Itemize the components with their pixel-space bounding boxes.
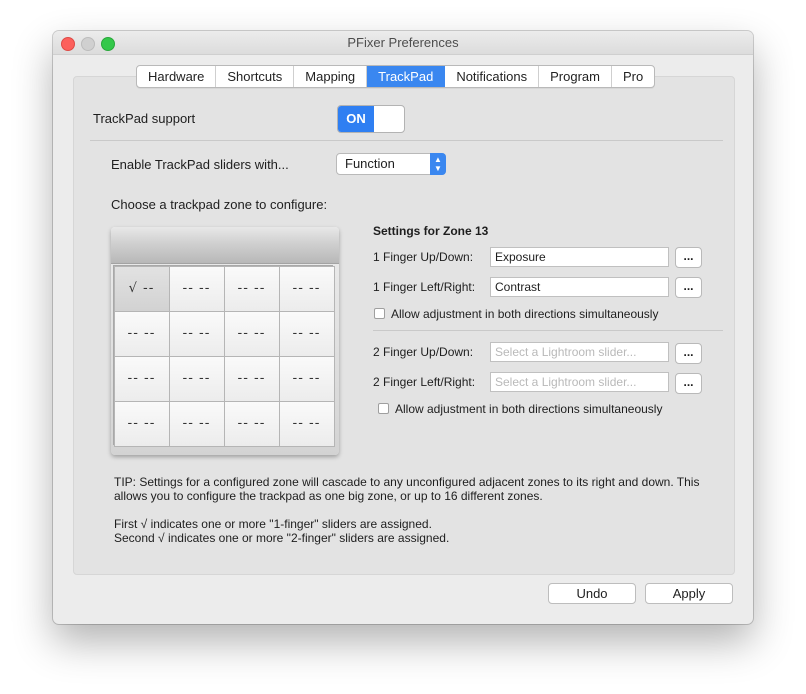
tab-pro[interactable]: Pro — [612, 66, 654, 87]
zone-cell[interactable]: -- -- — [168, 265, 225, 312]
two-finger-both-directions-checkbox[interactable] — [378, 403, 389, 414]
one-finger-up-down-label: 1 Finger Up/Down: — [373, 250, 474, 264]
popup-arrows-icon: ▲ ▼ — [430, 153, 446, 175]
preferences-window: PFixer Preferences TrackPad support ON E… — [53, 31, 753, 624]
trackpad-support-toggle[interactable]: ON — [337, 105, 405, 133]
zone-cell[interactable]: -- -- — [113, 355, 170, 402]
window-title: PFixer Preferences — [347, 35, 459, 50]
zone-cell[interactable]: -- -- — [168, 400, 225, 447]
sliders-modifier-popup[interactable]: Function ▲ ▼ — [336, 153, 446, 175]
toggle-on-label: ON — [338, 106, 374, 132]
zone-cell[interactable]: -- -- — [278, 400, 335, 447]
preferences-tabs: Hardware Shortcuts Mapping TrackPad Notifica… — [136, 65, 656, 88]
one-finger-both-directions-checkbox[interactable] — [374, 308, 385, 319]
zone-cell[interactable]: -- -- — [113, 310, 170, 357]
two-finger-left-right-field[interactable]: Select a Lightroom slider... — [490, 372, 669, 392]
undo-button[interactable]: Undo — [548, 583, 636, 604]
settings-heading: Settings for Zone 13 — [373, 224, 489, 238]
tab-notifications[interactable]: Notifications — [445, 66, 540, 87]
zone-cell[interactable]: -- -- — [223, 310, 280, 357]
settings-divider — [373, 330, 723, 331]
zone-cell[interactable]: -- -- — [113, 400, 170, 447]
zone-cell[interactable]: -- -- — [278, 355, 335, 402]
first-check-note: First √ indicates one or more "1-finger"… — [114, 517, 432, 531]
two-finger-up-down-field[interactable]: Select a Lightroom slider... — [490, 342, 669, 362]
zone-cell[interactable]: -- -- — [223, 355, 280, 402]
two-finger-left-right-more-button[interactable]: ... — [675, 373, 702, 394]
zone-cell[interactable]: -- -- — [278, 310, 335, 357]
two-finger-both-directions-label: Allow adjustment in both directions simu… — [395, 402, 663, 416]
second-check-note: Second √ indicates one or more "2-finger… — [114, 531, 450, 545]
trackpad-zone-map: √ -- -- -- -- -- -- -- -- -- -- -- -- -- -- -- -… — [111, 227, 339, 455]
trackpad-top-bevel — [111, 227, 339, 264]
zone-cell[interactable]: -- -- — [168, 310, 225, 357]
tab-program[interactable]: Program — [539, 66, 612, 87]
zone-cell[interactable]: √ -- — [113, 265, 170, 312]
divider — [90, 140, 723, 141]
one-finger-left-right-field[interactable]: Contrast — [490, 277, 669, 297]
zone-cell[interactable]: -- -- — [223, 265, 280, 312]
sliders-enable-label: Enable TrackPad sliders with... — [111, 157, 289, 172]
two-finger-left-right-label: 2 Finger Left/Right: — [373, 375, 476, 389]
trackpad-support-label: TrackPad support — [93, 111, 196, 126]
title-bar: PFixer Preferences — [53, 31, 753, 55]
two-finger-up-down-more-button[interactable]: ... — [675, 343, 702, 364]
zone-grid: √ -- -- -- -- -- -- -- -- -- -- -- -- -- -- -- -… — [113, 265, 335, 447]
tip-text-line2: allows you to configure the trackpad as … — [114, 489, 543, 503]
tab-mapping[interactable]: Mapping — [294, 66, 368, 87]
zone-cell[interactable]: -- -- — [223, 400, 280, 447]
tab-shortcuts[interactable]: Shortcuts — [216, 66, 295, 87]
one-finger-left-right-label: 1 Finger Left/Right: — [373, 280, 476, 294]
trackpad-panel: TrackPad support ON Enable TrackPad slid… — [73, 76, 735, 575]
tip-text-line1: TIP: Settings for a configured zone will… — [114, 475, 700, 489]
zone-cell[interactable]: -- -- — [278, 265, 335, 312]
tab-hardware[interactable]: Hardware — [137, 66, 217, 87]
one-finger-up-down-more-button[interactable]: ... — [675, 247, 702, 268]
one-finger-left-right-more-button[interactable]: ... — [675, 277, 702, 298]
apply-button[interactable]: Apply — [645, 583, 733, 604]
two-finger-up-down-label: 2 Finger Up/Down: — [373, 345, 474, 359]
tab-trackpad[interactable]: TrackPad — [367, 66, 446, 87]
sliders-modifier-value: Function — [345, 156, 395, 171]
zone-cell[interactable]: -- -- — [168, 355, 225, 402]
one-finger-up-down-field[interactable]: Exposure — [490, 247, 669, 267]
one-finger-both-directions-label: Allow adjustment in both directions simu… — [391, 307, 659, 321]
zone-chooser-label: Choose a trackpad zone to configure: — [111, 197, 328, 212]
